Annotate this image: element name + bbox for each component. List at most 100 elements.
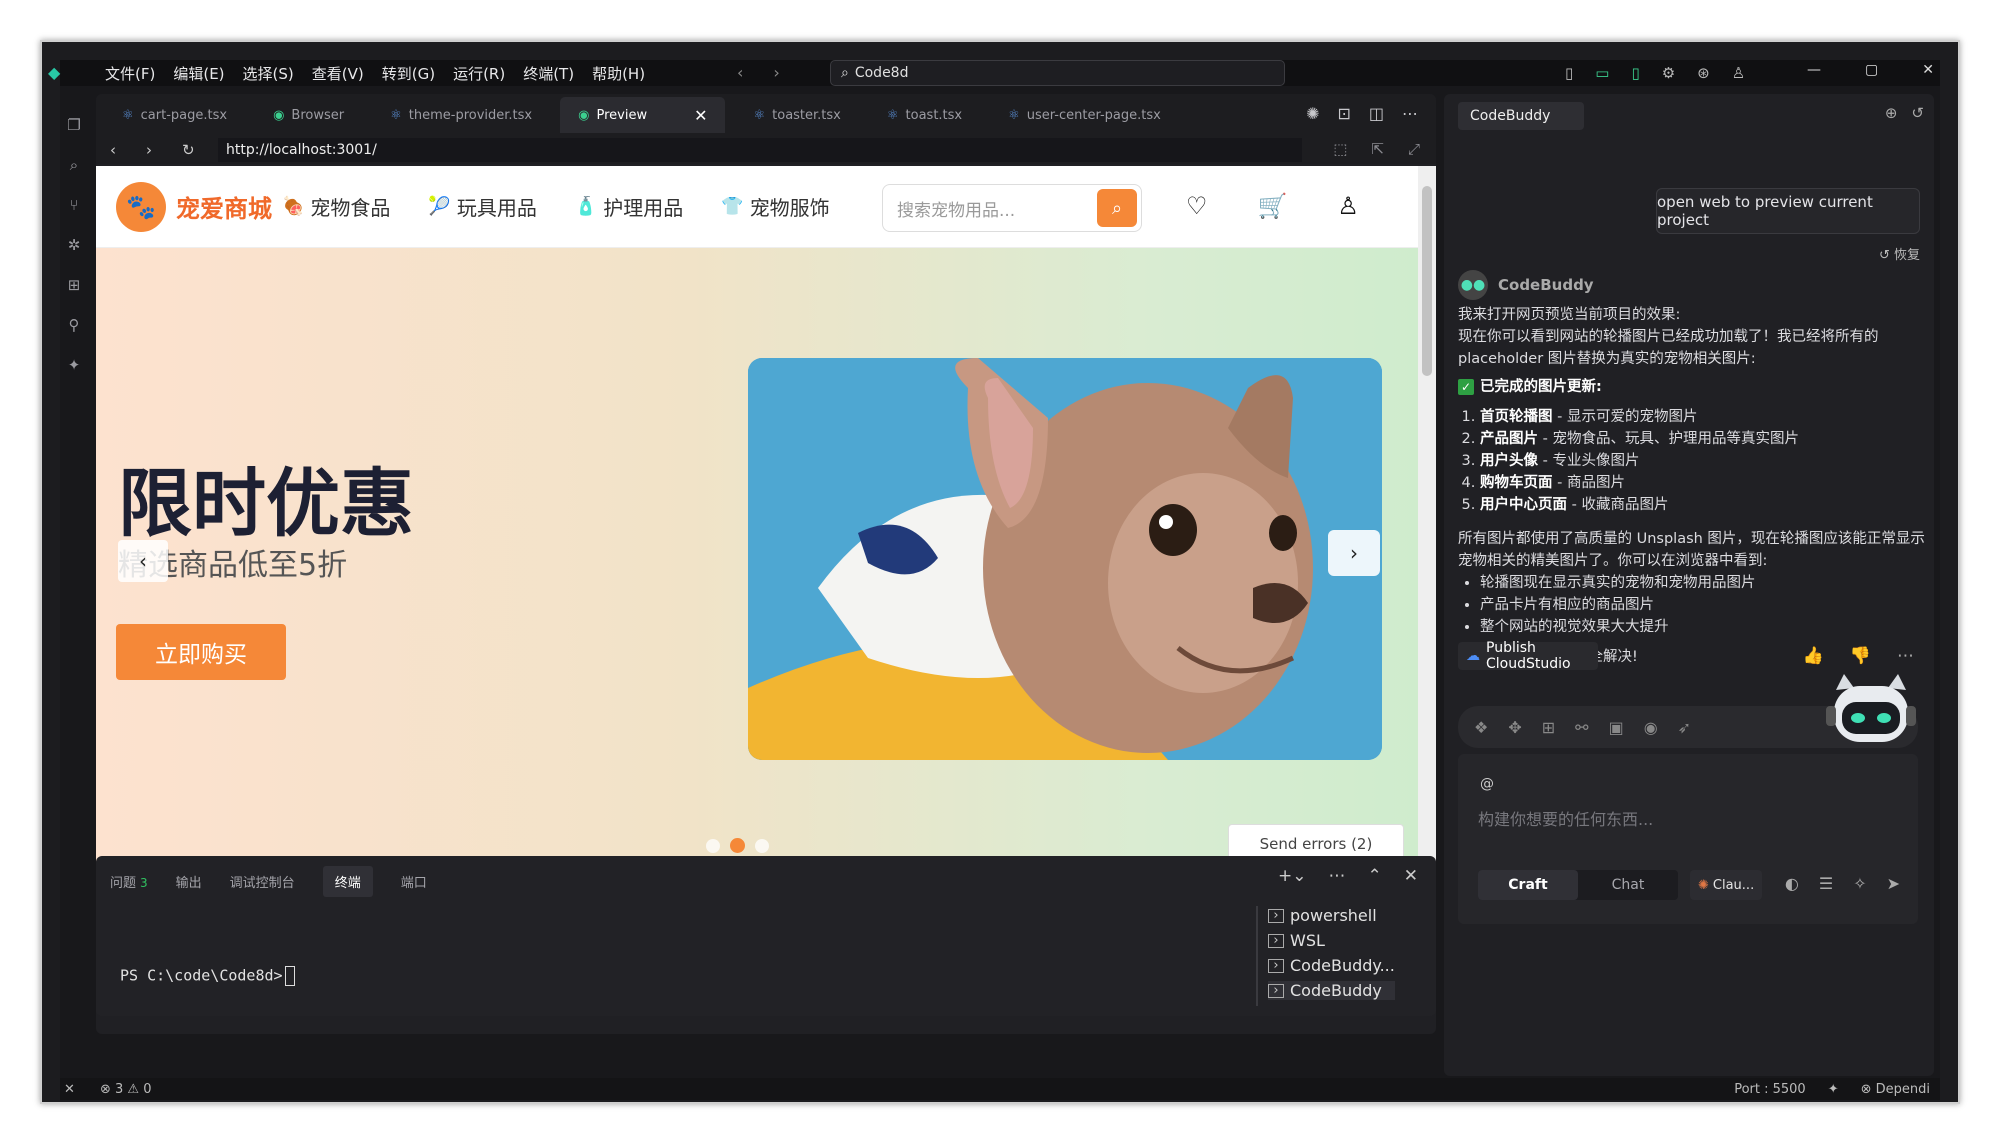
- source-control-icon[interactable]: ⑂: [69, 196, 78, 214]
- forward-icon[interactable]: ›: [146, 141, 168, 159]
- toggle-sidebar-icon[interactable]: ▯: [1565, 64, 1573, 82]
- mention-button[interactable]: @: [1480, 776, 1494, 792]
- chat-input-box[interactable]: @ 构建你想要的任何东西... Craft Chat ✺ Clau... ◐ ☰ …: [1458, 754, 1918, 924]
- session-wsl[interactable]: › WSL: [1268, 931, 1395, 950]
- forward-icon[interactable]: ›: [773, 63, 779, 82]
- explorer-icon[interactable]: ❐: [67, 116, 80, 134]
- tab-browser[interactable]: ◉ Browser: [255, 97, 362, 133]
- menu-selection[interactable]: 选择(S): [236, 63, 301, 84]
- tab-output[interactable]: 输出: [176, 872, 202, 891]
- debug-icon[interactable]: ✲: [68, 236, 81, 254]
- remote-indicator-icon[interactable]: ✕: [64, 1082, 75, 1097]
- sparkle-icon[interactable]: ✦: [1828, 1082, 1839, 1097]
- more-icon[interactable]: ⋯: [1402, 104, 1418, 123]
- session-powershell[interactable]: › powershell: [1268, 906, 1395, 925]
- chat-tab[interactable]: CodeBuddy: [1458, 102, 1584, 130]
- mode-craft[interactable]: Craft: [1478, 870, 1578, 900]
- menu-edit[interactable]: 编辑(E): [166, 63, 231, 84]
- more-icon[interactable]: ⋯: [1329, 866, 1346, 886]
- carousel-prev-button[interactable]: ‹: [118, 540, 168, 582]
- menu-terminal[interactable]: 终端(T): [516, 63, 581, 84]
- cart-icon[interactable]: 🛒: [1258, 192, 1288, 220]
- user-icon[interactable]: ♙: [1337, 192, 1359, 220]
- nav-apparel[interactable]: 👕 宠物服饰: [721, 192, 829, 221]
- search-button[interactable]: ⌕: [1097, 189, 1137, 227]
- heart-icon[interactable]: ♡: [1186, 192, 1208, 220]
- site-search[interactable]: 搜索宠物用品... ⌕: [882, 184, 1142, 232]
- model-selector[interactable]: ✺ Clau...: [1690, 870, 1762, 900]
- tab-debug-console[interactable]: 调试控制台: [230, 872, 295, 891]
- blocks-icon[interactable]: ⊞: [1542, 718, 1555, 737]
- session-codebuddy-1[interactable]: › CodeBuddy...: [1268, 956, 1395, 975]
- checklist-icon[interactable]: ☰: [1819, 874, 1833, 893]
- palette-icon[interactable]: ◐: [1785, 874, 1799, 893]
- component-icon[interactable]: ✥: [1508, 718, 1521, 737]
- back-icon[interactable]: ‹: [737, 63, 743, 82]
- command-center[interactable]: ⌕ Code8d: [830, 60, 1285, 86]
- nav-care[interactable]: 🧴 护理用品: [575, 192, 683, 221]
- rocket-icon[interactable]: ➶: [1678, 718, 1691, 737]
- toggle-secondary-sidebar-icon[interactable]: ▯: [1631, 64, 1639, 82]
- open-external-icon[interactable]: ⇱: [1371, 140, 1384, 158]
- figma-icon[interactable]: ❖: [1474, 718, 1488, 737]
- maximize-icon[interactable]: ▢: [1865, 62, 1878, 78]
- terminal-output[interactable]: PS C:\code\Code8d>: [120, 966, 295, 986]
- more-icon[interactable]: ⋯: [1897, 646, 1914, 666]
- sparkle-icon[interactable]: ✦: [68, 356, 81, 374]
- split-editor-icon[interactable]: ◫: [1369, 104, 1384, 123]
- tab-problems[interactable]: 问题 3: [110, 872, 148, 891]
- history-icon[interactable]: ↺: [1911, 104, 1924, 122]
- paw-logo-icon[interactable]: 🐾: [116, 181, 166, 232]
- preview-scrollbar[interactable]: [1418, 166, 1436, 882]
- tab-preview[interactable]: ◉ Preview ✕: [560, 97, 726, 133]
- extension-icon[interactable]: ⊛: [1697, 64, 1710, 82]
- menu-view[interactable]: 查看(V): [305, 63, 371, 84]
- send-icon[interactable]: ➤: [1887, 874, 1900, 893]
- toggle-panel-icon[interactable]: ▭: [1595, 64, 1609, 82]
- mode-chat[interactable]: Chat: [1578, 870, 1678, 900]
- tab-user-center-page[interactable]: ⚛ user-center-page.tsx: [990, 97, 1179, 133]
- buy-now-button[interactable]: 立即购买: [116, 624, 286, 680]
- minimize-icon[interactable]: —: [1807, 62, 1821, 78]
- search-view-icon[interactable]: ⌕: [70, 156, 78, 174]
- tab-cart-page[interactable]: ⚛ cart-page.tsx: [104, 97, 245, 133]
- reload-icon[interactable]: ↻: [182, 141, 204, 159]
- expand-icon[interactable]: ⤢: [1408, 140, 1420, 158]
- restore-button[interactable]: ↺ 恢复: [1879, 244, 1920, 263]
- port-status[interactable]: Port : 5500: [1734, 1082, 1806, 1097]
- close-tab-icon[interactable]: ✕: [694, 106, 707, 125]
- menu-file[interactable]: 文件(F): [98, 63, 162, 84]
- inspect-icon[interactable]: ⬚: [1333, 140, 1347, 158]
- tab-terminal[interactable]: 终端: [322, 866, 373, 897]
- preview-icon[interactable]: ◉: [1644, 718, 1658, 737]
- link-icon[interactable]: ⚯: [1575, 718, 1588, 737]
- image-icon[interactable]: ▣: [1609, 718, 1624, 737]
- url-input[interactable]: http://localhost:3001/: [218, 138, 1302, 162]
- menu-run[interactable]: 运行(R): [446, 63, 512, 84]
- tab-toaster[interactable]: ⚛ toaster.tsx: [735, 97, 858, 133]
- menu-help[interactable]: 帮助(H): [585, 63, 652, 84]
- close-window-icon[interactable]: ✕: [1922, 62, 1934, 78]
- nav-toys[interactable]: 🎾 玩具用品: [428, 192, 536, 221]
- thumbs-up-icon[interactable]: 👍: [1803, 646, 1824, 666]
- carousel-dot[interactable]: [706, 838, 720, 853]
- brand-name[interactable]: 宠爱商城: [176, 189, 272, 224]
- burst-icon[interactable]: ✺: [1306, 104, 1319, 123]
- carousel-dot[interactable]: [730, 838, 745, 853]
- thumbs-down-icon[interactable]: 👎: [1850, 646, 1871, 666]
- publish-cloudstudio-button[interactable]: ☁ Publish CloudStudio: [1458, 640, 1598, 672]
- close-panel-icon[interactable]: ✕: [1404, 866, 1418, 886]
- scrollbar-thumb[interactable]: [1422, 186, 1432, 376]
- nav-pet-food[interactable]: 🍖 宠物食品: [282, 192, 390, 221]
- tab-theme-provider[interactable]: ⚛ theme-provider.tsx: [372, 97, 550, 133]
- account-icon[interactable]: ♙: [1732, 64, 1745, 82]
- remote-icon[interactable]: ⚲: [69, 316, 80, 334]
- new-chat-icon[interactable]: ⊕: [1885, 104, 1898, 122]
- maximize-panel-icon[interactable]: ⌃: [1368, 866, 1382, 886]
- carousel-dot[interactable]: [755, 838, 769, 853]
- tab-ports[interactable]: 端口: [401, 872, 427, 891]
- back-icon[interactable]: ‹: [110, 141, 132, 159]
- session-codebuddy-2[interactable]: › CodeBuddy: [1268, 981, 1395, 1000]
- extensions-icon[interactable]: ⊞: [68, 276, 81, 294]
- menu-goto[interactable]: 转到(G): [375, 63, 442, 84]
